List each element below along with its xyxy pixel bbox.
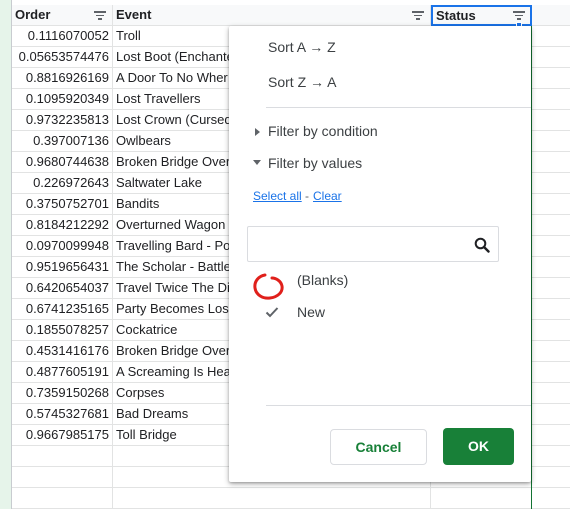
filter-by-condition[interactable]: Filter by condition — [268, 123, 378, 139]
order-cell[interactable]: 0.3750752701 — [12, 194, 113, 215]
order-cell[interactable]: 0.226972643 — [12, 173, 113, 194]
triangle-right-icon — [255, 128, 260, 136]
empty-cell[interactable] — [532, 446, 570, 467]
check-icon — [265, 307, 279, 318]
empty-cell[interactable] — [532, 320, 570, 341]
order-cell[interactable]: 0.6741235165 — [12, 299, 113, 320]
clear-link[interactable]: Clear — [313, 189, 342, 203]
order-cell[interactable]: 0.0970099948 — [12, 236, 113, 257]
empty-cell[interactable] — [532, 425, 570, 446]
empty-cell[interactable] — [532, 257, 570, 278]
order-cell[interactable] — [12, 488, 113, 509]
empty-cell[interactable] — [532, 341, 570, 362]
filter-icon[interactable] — [513, 11, 525, 20]
empty-cell[interactable] — [532, 383, 570, 404]
search-icon[interactable] — [474, 237, 490, 253]
header-event[interactable]: Event — [113, 5, 431, 26]
values-search-input[interactable] — [256, 235, 466, 253]
empty-cell[interactable] — [532, 152, 570, 173]
select-all-link[interactable]: Select all — [253, 189, 302, 203]
ok-button[interactable]: OK — [443, 428, 514, 465]
order-cell[interactable]: 0.9732235813 — [12, 110, 113, 131]
values-search-box[interactable] — [247, 226, 499, 262]
event-cell[interactable] — [113, 488, 431, 509]
order-cell[interactable]: 0.4877605191 — [12, 362, 113, 383]
header-event-label: Event — [116, 7, 152, 22]
order-cell[interactable]: 0.9680744638 — [12, 152, 113, 173]
filter-icon[interactable] — [94, 11, 106, 20]
empty-cell[interactable] — [532, 215, 570, 236]
header-order[interactable]: Order — [12, 5, 113, 26]
cancel-button[interactable]: Cancel — [330, 429, 427, 465]
order-cell[interactable]: 0.9519656431 — [12, 257, 113, 278]
order-cell[interactable]: 0.7359150268 — [12, 383, 113, 404]
empty-cell[interactable] — [532, 131, 570, 152]
empty-cell[interactable] — [532, 404, 570, 425]
divider — [266, 405, 531, 406]
empty-cell[interactable] — [532, 173, 570, 194]
divider — [266, 107, 531, 108]
empty-cell[interactable] — [532, 488, 570, 509]
sort-z-to-a[interactable]: Sort Z → A — [268, 74, 336, 90]
red-annotation-circle — [253, 273, 284, 300]
empty-cell[interactable] — [532, 467, 570, 488]
empty-cell[interactable] — [532, 299, 570, 320]
link-separator: - — [305, 189, 309, 203]
empty-cell[interactable] — [532, 362, 570, 383]
header-order-label: Order — [15, 7, 51, 22]
value-blanks[interactable]: (Blanks) — [297, 272, 348, 288]
header-row: Order Event Status — [12, 5, 570, 26]
order-cell[interactable] — [12, 446, 113, 467]
order-cell[interactable]: 0.5745327681 — [12, 404, 113, 425]
order-cell[interactable]: 0.9667985175 — [12, 425, 113, 446]
empty-cell[interactable] — [532, 89, 570, 110]
empty-cell[interactable] — [532, 68, 570, 89]
value-new[interactable]: New — [297, 304, 325, 320]
empty-cell[interactable] — [532, 110, 570, 131]
header-status-label: Status — [436, 8, 476, 23]
order-cell[interactable]: 0.1095920349 — [12, 89, 113, 110]
order-cell[interactable]: 0.1116070052 — [12, 26, 113, 47]
empty-cell[interactable] — [532, 194, 570, 215]
order-cell[interactable]: 0.05653574476 — [12, 47, 113, 68]
order-cell[interactable]: 0.1855078257 — [12, 320, 113, 341]
filter-by-values[interactable]: Filter by values — [268, 155, 362, 171]
table-row — [12, 488, 570, 509]
row-number-column — [0, 0, 12, 509]
order-cell[interactable]: 0.6420654037 — [12, 278, 113, 299]
order-cell[interactable]: 0.4531416176 — [12, 341, 113, 362]
filter-range-border — [531, 26, 532, 509]
triangle-down-icon — [253, 160, 261, 165]
filter-dialog: Sort A → Z Sort Z → A Filter by conditio… — [229, 26, 531, 482]
empty-cell[interactable] — [532, 278, 570, 299]
status-cell[interactable] — [431, 488, 532, 509]
empty-cell[interactable] — [532, 5, 570, 26]
order-cell[interactable] — [12, 467, 113, 488]
order-cell[interactable]: 0.8184212292 — [12, 215, 113, 236]
order-cell[interactable]: 0.397007136 — [12, 131, 113, 152]
filter-icon[interactable] — [412, 11, 424, 20]
empty-cell[interactable] — [532, 236, 570, 257]
empty-cell[interactable] — [532, 26, 570, 47]
sort-a-to-z[interactable]: Sort A → Z — [268, 39, 336, 55]
order-cell[interactable]: 0.8816926169 — [12, 68, 113, 89]
empty-cell[interactable] — [532, 47, 570, 68]
